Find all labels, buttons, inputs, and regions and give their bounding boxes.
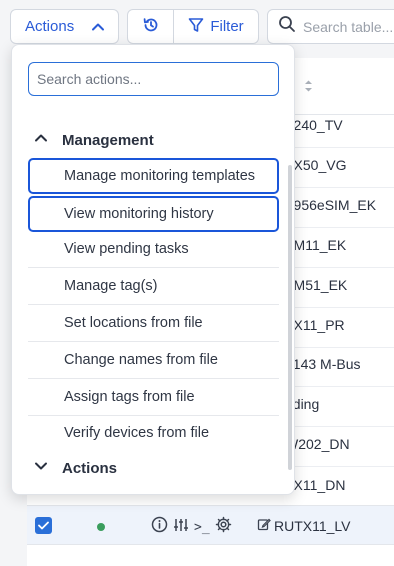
actions-button[interactable]: Actions	[10, 9, 119, 44]
actions-dropdown: Management Manage monitoring templates V…	[11, 44, 295, 495]
chevron-up-icon	[91, 20, 105, 38]
table-row-selected[interactable]: >_ RUTX11_LV	[27, 505, 394, 545]
table-search-input[interactable]	[303, 18, 394, 35]
gear-icon[interactable]	[215, 516, 232, 538]
group-management-label: Management	[62, 131, 154, 149]
chevron-down-icon	[34, 459, 48, 477]
filter-button[interactable]: Filter	[174, 10, 258, 43]
menu-item-assign-tags-from-file[interactable]: Assign tags from file	[28, 379, 279, 415]
menu-item-verify-devices-from-file[interactable]: Verify devices from file	[28, 415, 279, 451]
group-actions-label: Actions	[62, 459, 118, 477]
menu-item-view-pending-tasks[interactable]: View pending tasks	[28, 231, 279, 267]
history-filter-group: Filter	[127, 9, 259, 44]
history-button[interactable]	[128, 10, 174, 43]
device-name-text: RUTX11_LV	[274, 517, 351, 534]
device-name-cell[interactable]: RUTX11_LV	[257, 517, 351, 534]
menu-item-change-names-from-file[interactable]: Change names from file	[28, 342, 279, 378]
menu-item-set-locations-from-file[interactable]: Set locations from file	[28, 305, 279, 341]
sort-icon[interactable]	[304, 79, 313, 98]
info-icon[interactable]	[151, 516, 168, 538]
actions-button-label: Actions	[25, 18, 75, 35]
device-name-cell[interactable]: 3143 M-Bus	[285, 356, 360, 372]
chevron-up-icon	[34, 131, 48, 149]
dropdown-scrollbar[interactable]	[288, 165, 292, 470]
menu-item-view-monitoring-history[interactable]: View monitoring history	[28, 196, 279, 232]
history-icon	[142, 16, 160, 38]
edit-icon[interactable]	[257, 517, 271, 534]
group-actions-header[interactable]: Actions	[34, 459, 117, 477]
terminal-icon[interactable]: >_	[194, 520, 210, 535]
menu-item-manage-monitoring-templates[interactable]: Manage monitoring templates	[28, 158, 279, 194]
online-status-dot	[97, 523, 105, 531]
sliders-icon[interactable]	[173, 517, 189, 538]
search-icon	[278, 15, 296, 38]
actions-search-input[interactable]	[28, 62, 279, 96]
table-search	[267, 9, 394, 44]
menu-item-manage-tags[interactable]: Manage tag(s)	[28, 268, 279, 304]
row-checkbox[interactable]	[35, 517, 52, 534]
device-name-cell[interactable]: T956eSIM_EK	[285, 197, 376, 213]
filter-button-label: Filter	[210, 18, 244, 35]
filter-icon	[188, 17, 204, 37]
row-action-icons: >_	[151, 516, 232, 538]
group-management-header[interactable]: Management	[34, 131, 154, 149]
